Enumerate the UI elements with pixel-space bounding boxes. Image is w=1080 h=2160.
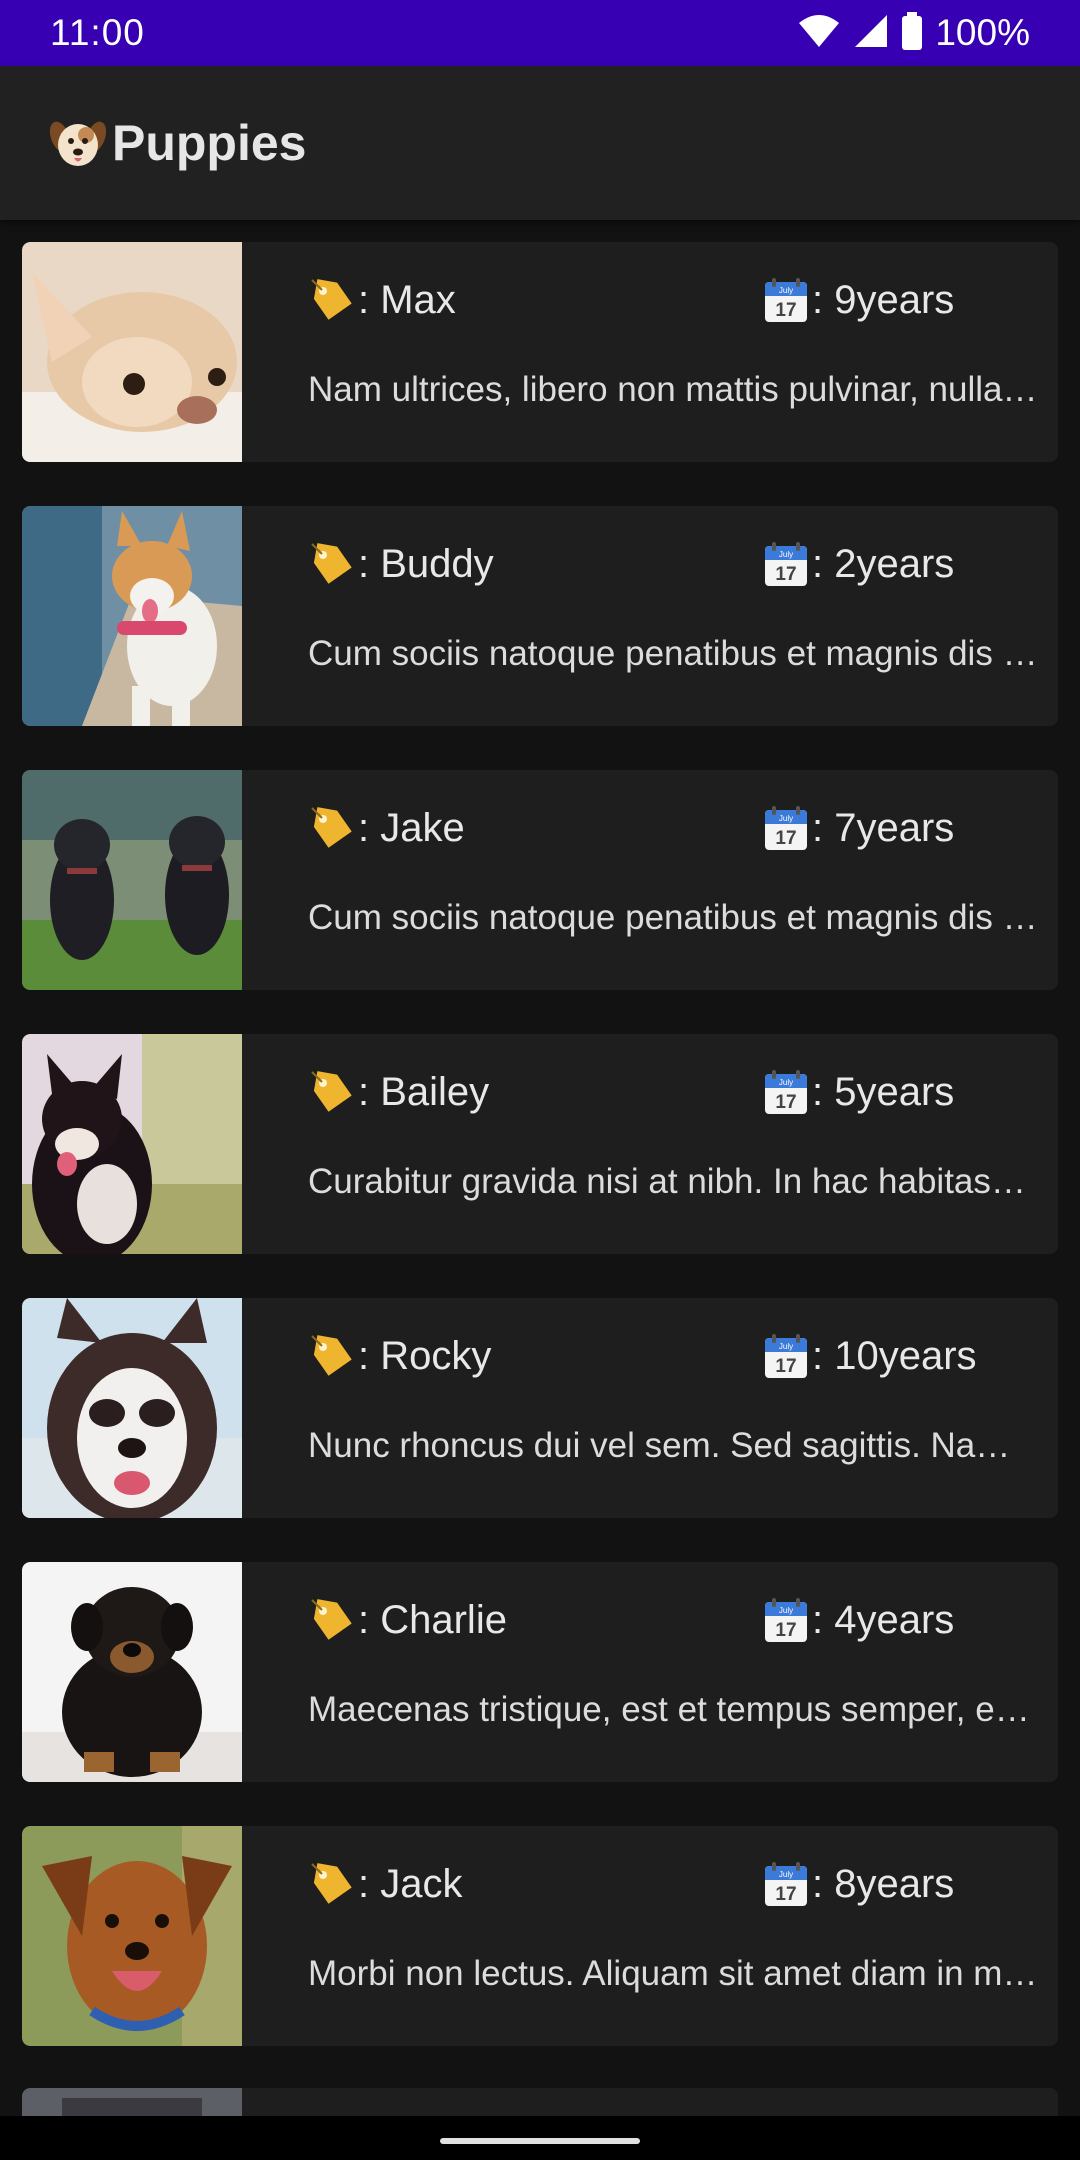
puppy-photo — [22, 1826, 242, 2046]
puppy-photo — [22, 506, 242, 726]
puppy-description: Nunc rhoncus dui vel sem. Sed sagittis. … — [308, 1426, 1038, 1465]
puppy-card[interactable]: : Max July 17 : 9years Nam ultrices, libero … — [22, 242, 1058, 462]
puppy-age-field: July 17 : 7years — [762, 800, 954, 856]
navigation-bar — [0, 2116, 1080, 2160]
svg-text:July: July — [779, 814, 793, 823]
puppy-description: Maecenas tristique, est et tempus semper… — [308, 1690, 1038, 1729]
puppy-age-field: July 17 : 10years — [762, 1328, 977, 1384]
puppy-name-field: : Charlie — [308, 1592, 507, 1648]
puppy-age-field: July 17 : 8years — [762, 1856, 954, 1912]
puppy-name: : Charlie — [358, 1597, 507, 1642]
svg-text:July: July — [779, 1606, 793, 1615]
puppy-age-field: July 17 : 9years — [762, 272, 954, 328]
calendar-icon: July 17 — [762, 1068, 810, 1116]
svg-text:17: 17 — [775, 1092, 796, 1113]
puppy-card[interactable]: : Rocky July 17 : 10years Nunc rhoncus dui v… — [22, 1298, 1058, 1518]
status-time: 11:00 — [50, 12, 145, 53]
status-icons: 100% — [797, 11, 1030, 55]
puppy-age: : 2years — [812, 541, 955, 586]
puppy-name-field: : Rocky — [308, 1328, 491, 1384]
app-title: Puppies — [112, 115, 307, 171]
battery-percentage: 100% — [935, 12, 1030, 53]
home-gesture-handle[interactable] — [440, 2138, 640, 2144]
puppy-name-field: : Jake — [308, 800, 465, 856]
puppy-photo — [22, 1298, 242, 1518]
puppy-photo — [22, 2088, 242, 2116]
puppy-age: : 7years — [812, 805, 955, 850]
puppy-card[interactable]: : Bailey July 17 : 5years Curabitur gravida … — [22, 1034, 1058, 1254]
calendar-icon: July 17 — [762, 1332, 810, 1380]
wifi-icon — [797, 13, 841, 54]
svg-text:July: July — [779, 550, 793, 559]
puppy-age: : 4years — [812, 1597, 955, 1642]
calendar-icon: July 17 — [762, 276, 810, 324]
puppy-name: : Jake — [358, 805, 465, 850]
svg-text:17: 17 — [775, 300, 796, 321]
calendar-icon: July 17 — [762, 1860, 810, 1908]
battery-icon — [901, 11, 923, 55]
puppy-name-field: : Bailey — [308, 1064, 489, 1120]
puppy-description: Cum sociis natoque penatibus et magnis d… — [308, 898, 1038, 937]
status-bar: 11:00 100% — [0, 0, 1080, 66]
label-tag-icon — [308, 804, 356, 852]
puppy-photo — [22, 242, 242, 462]
puppy-age: : 8years — [812, 1861, 955, 1906]
svg-text:July: July — [779, 1342, 793, 1351]
svg-text:17: 17 — [775, 828, 796, 849]
puppy-description: Nam ultrices, libero non mattis pulvinar… — [308, 370, 1038, 409]
puppy-info-row: : Jack July 17 : 8years — [286, 1856, 1046, 1912]
puppy-photo — [22, 1034, 242, 1254]
puppy-name-field: : Max — [308, 272, 456, 328]
puppy-card[interactable]: : Jake July 17 : 7years Cum sociis natoque p… — [22, 770, 1058, 990]
calendar-icon: July 17 — [762, 1596, 810, 1644]
puppy-name-field: : Jack — [308, 1856, 462, 1912]
puppy-name: : Bailey — [358, 1069, 490, 1114]
puppy-name: : Buddy — [358, 541, 494, 586]
puppy-age-field: July 17 : 5years — [762, 1064, 954, 1120]
puppy-list[interactable]: : Max July 17 : 9years Nam ultrices, libero … — [0, 220, 1080, 2116]
puppy-info-row: : Rocky July 17 : 10years — [286, 1328, 1046, 1384]
svg-text:17: 17 — [775, 564, 796, 585]
puppy-name-field: : Buddy — [308, 536, 494, 592]
puppy-card-partial[interactable] — [22, 2088, 1058, 2116]
puppy-name: : Max — [358, 277, 456, 322]
puppy-age-field: July 17 : 2years — [762, 536, 954, 592]
puppy-description: Curabitur gravida nisi at nibh. In hac h… — [308, 1162, 1038, 1201]
label-tag-icon — [308, 1596, 356, 1644]
label-tag-icon — [308, 1068, 356, 1116]
app-bar: Puppies — [0, 66, 1080, 220]
puppy-info-row: : Bailey July 17 : 5years — [286, 1064, 1046, 1120]
puppy-description: Morbi non lectus. Aliquam sit amet diam … — [308, 1954, 1038, 1993]
puppy-photo — [22, 770, 242, 990]
puppy-name: : Rocky — [358, 1333, 492, 1378]
svg-text:July: July — [779, 1870, 793, 1879]
svg-text:17: 17 — [775, 1620, 796, 1641]
label-tag-icon — [308, 540, 356, 588]
label-tag-icon — [308, 1860, 356, 1908]
svg-text:July: July — [779, 1078, 793, 1087]
svg-text:17: 17 — [775, 1884, 796, 1905]
puppy-age: : 9years — [812, 277, 955, 322]
puppy-info-row: : Charlie July 17 : 4years — [286, 1592, 1046, 1648]
calendar-icon: July 17 — [762, 804, 810, 852]
puppy-card[interactable]: : Jack July 17 : 8years Morbi non lectus. Al… — [22, 1826, 1058, 2046]
puppy-description: Cum sociis natoque penatibus et magnis d… — [308, 634, 1038, 673]
puppy-photo — [22, 1562, 242, 1782]
puppy-card[interactable]: : Charlie July 17 : 4years Maecenas tristiqu… — [22, 1562, 1058, 1782]
dog-face-icon — [46, 111, 110, 175]
puppy-age: : 5years — [812, 1069, 955, 1114]
label-tag-icon — [308, 276, 356, 324]
svg-text:17: 17 — [775, 1356, 796, 1377]
calendar-icon: July 17 — [762, 540, 810, 588]
puppy-age-field: July 17 : 4years — [762, 1592, 954, 1648]
signal-icon — [853, 13, 889, 54]
puppy-info-row: : Buddy July 17 : 2years — [286, 536, 1046, 592]
svg-text:July: July — [779, 286, 793, 295]
puppy-age: : 10years — [812, 1333, 977, 1378]
puppy-name: : Jack — [358, 1861, 463, 1906]
puppy-card[interactable]: : Buddy July 17 : 2years Cum sociis natoque … — [22, 506, 1058, 726]
puppy-info-row: : Jake July 17 : 7years — [286, 800, 1046, 856]
puppy-info-row: : Max July 17 : 9years — [286, 272, 1046, 328]
label-tag-icon — [308, 1332, 356, 1380]
